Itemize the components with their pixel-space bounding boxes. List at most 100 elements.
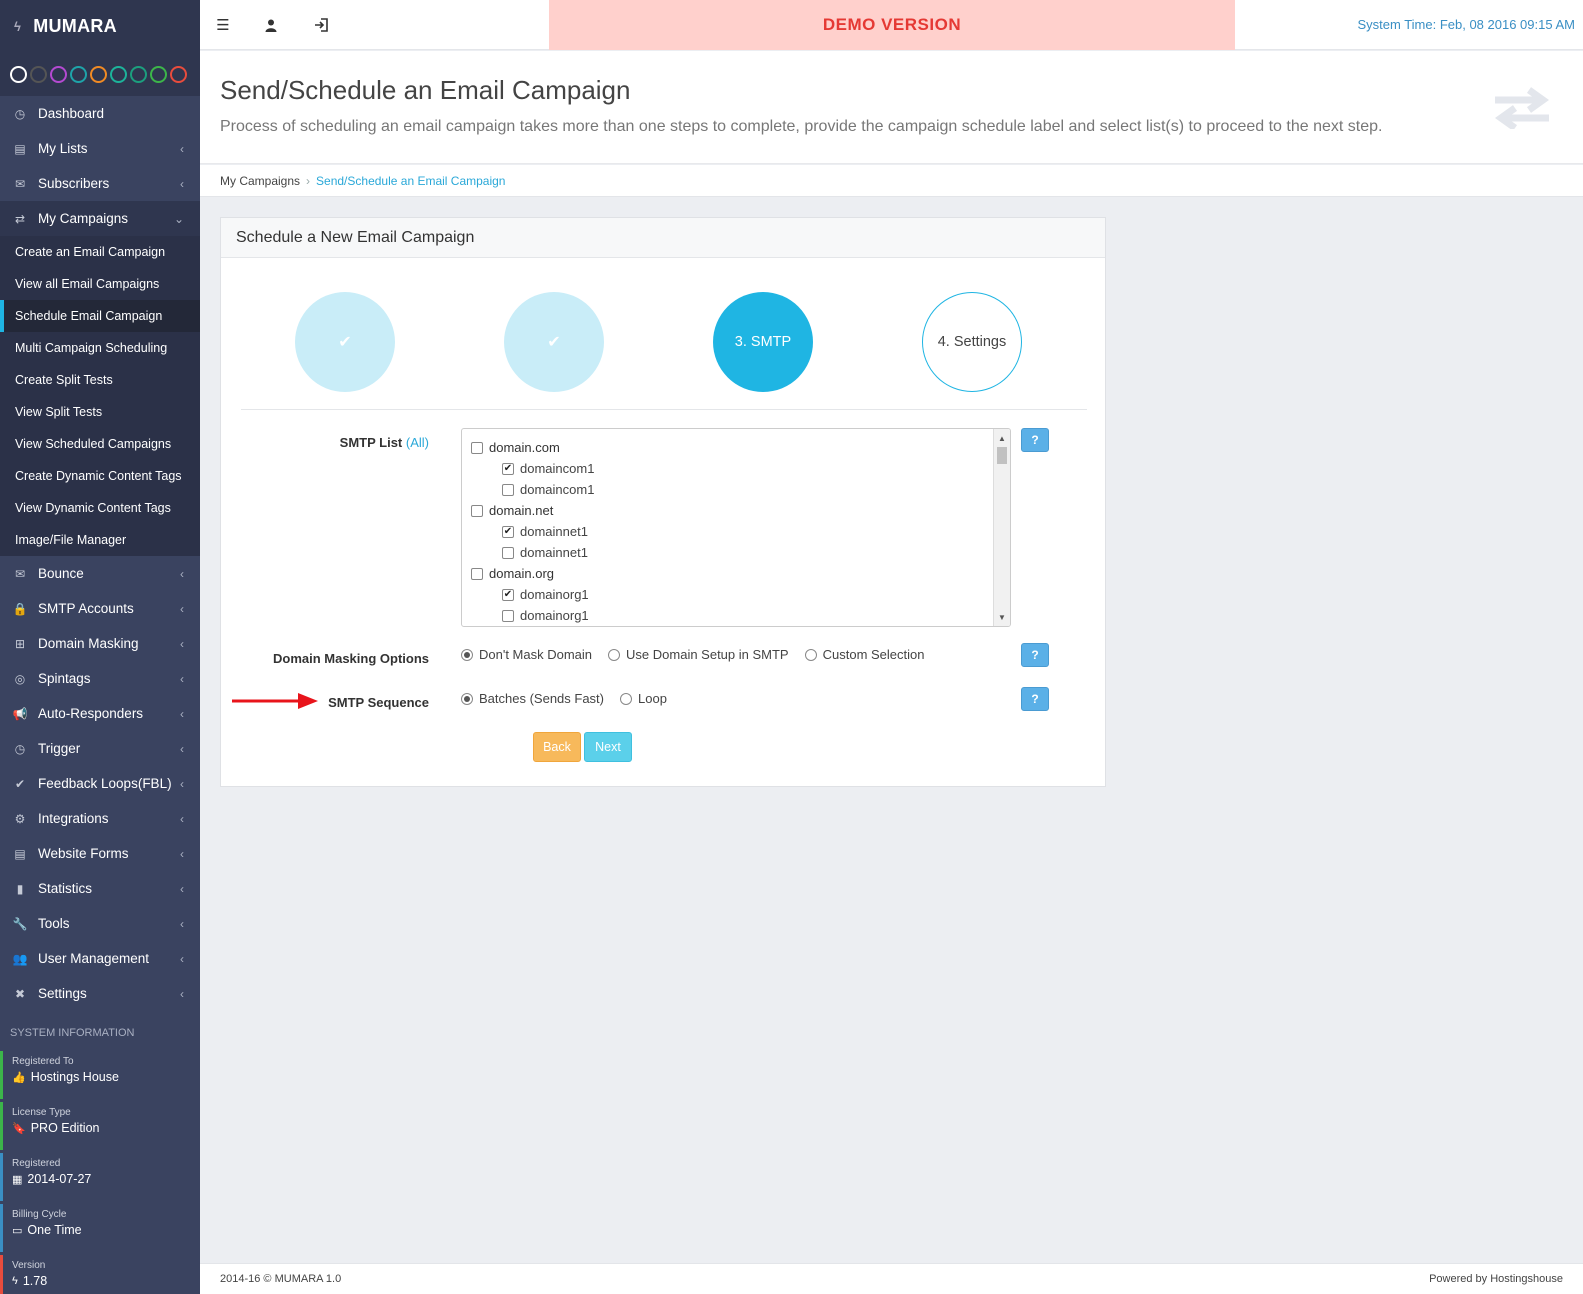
radio-label: Custom Selection xyxy=(822,647,925,662)
theme-swatch[interactable] xyxy=(70,65,87,83)
submenu-item-multi-campaign-scheduling[interactable]: Multi Campaign Scheduling xyxy=(0,332,200,364)
smtp-group-item[interactable]: domain.org xyxy=(462,563,992,584)
domain-masking-label: Domain Masking Options xyxy=(272,651,429,666)
radio-batches-sends-fast[interactable]: Batches (Sends Fast) xyxy=(461,691,604,706)
checkbox[interactable] xyxy=(471,441,483,454)
breadcrumb-current[interactable]: Send/Schedule an Email Campaign xyxy=(316,174,505,188)
smtp-sequence-label: SMTP Sequence xyxy=(328,695,429,710)
theme-swatch[interactable] xyxy=(50,65,67,83)
smtp-item-label: domain.com xyxy=(489,440,560,455)
step-1-completed[interactable]: ✔ xyxy=(295,292,395,392)
step-4-settings[interactable]: 4. Settings xyxy=(922,292,1022,392)
clock-icon: ◷ xyxy=(14,741,26,756)
sidebar-item-label: User Management xyxy=(38,951,150,966)
checkbox[interactable] xyxy=(502,483,514,496)
menu-toggle-icon[interactable]: ☰ xyxy=(214,16,232,34)
sidebar-item-dashboard[interactable]: ◷ Dashboard xyxy=(0,96,200,131)
breadcrumb-my-campaigns[interactable]: My Campaigns xyxy=(220,174,300,188)
smtp-group-item[interactable]: domain.com xyxy=(462,437,992,458)
radio-button[interactable] xyxy=(620,692,632,705)
smtp-item-label: domaincom1 xyxy=(520,461,595,476)
smtp-account-item[interactable]: ✔ domaincom1 xyxy=(462,458,992,479)
radio-button[interactable] xyxy=(461,648,473,661)
smtp-account-item[interactable]: ✔ domainorg1 xyxy=(462,584,992,605)
radio-custom-selection[interactable]: Custom Selection xyxy=(804,647,925,662)
submenu-item-view-split-tests[interactable]: View Split Tests xyxy=(0,396,200,428)
back-button[interactable]: Back xyxy=(533,732,581,762)
sidebar-item-trigger[interactable]: ◷ Trigger ‹ xyxy=(0,731,200,766)
smtp-sequence-help-button[interactable]: ? xyxy=(1021,687,1049,711)
submenu-item-create-split-tests[interactable]: Create Split Tests xyxy=(0,364,200,396)
radio-don-t-mask-domain[interactable]: Don't Mask Domain xyxy=(461,647,592,662)
sidebar-item-integrations[interactable]: ⚙ Integrations ‹ xyxy=(0,801,200,836)
sidebar-item-subscribers[interactable]: ✉ Subscribers ‹ xyxy=(0,166,200,201)
smtp-account-item[interactable]: ✔ domainnet1 xyxy=(462,521,992,542)
next-button[interactable]: Next xyxy=(584,732,632,762)
theme-swatch[interactable] xyxy=(10,65,27,83)
system-info-value-text: PRO Edition xyxy=(30,1121,100,1135)
listbox-scrollbar[interactable]: ▲ ▼ xyxy=(993,429,1010,626)
sidebar-item-feedback-loops-fbl[interactable]: ✔ Feedback Loops(FBL) ‹ xyxy=(0,766,200,801)
sidebar-item-auto-responders[interactable]: 📢 Auto-Responders ‹ xyxy=(0,696,200,731)
sidebar-item-label: Auto-Responders xyxy=(38,706,144,721)
radio-button[interactable] xyxy=(804,648,817,661)
checkbox-checked[interactable]: ✔ xyxy=(502,588,514,601)
smtp-item-label: domainorg1 xyxy=(520,608,589,623)
radio-button[interactable] xyxy=(608,648,621,661)
submenu-item-schedule-email-campaign[interactable]: Schedule Email Campaign xyxy=(0,300,200,332)
checkbox-checked[interactable]: ✔ xyxy=(502,525,514,538)
theme-swatch[interactable] xyxy=(30,65,47,83)
radio-button[interactable] xyxy=(461,692,473,705)
theme-swatch[interactable] xyxy=(150,65,167,83)
scroll-up-arrow-icon[interactable]: ▲ xyxy=(994,431,1010,445)
domain-masking-help-button[interactable]: ? xyxy=(1021,643,1049,667)
smtp-account-item[interactable]: domainorg1 xyxy=(462,605,992,626)
footer-powered-by[interactable]: Powered by Hostingshouse xyxy=(1429,1273,1563,1285)
smtp-account-item[interactable]: domainnet1 xyxy=(462,542,992,563)
theme-swatch[interactable] xyxy=(130,65,147,83)
submenu-item-create-an-email-campaign[interactable]: Create an Email Campaign xyxy=(0,236,200,268)
smtp-list-help-button[interactable]: ? xyxy=(1021,428,1049,452)
sidebar-item-spintags[interactable]: ◎ Spintags ‹ xyxy=(0,661,200,696)
checkbox[interactable] xyxy=(502,546,514,559)
sidebar-item-settings[interactable]: ✖ Settings ‹ xyxy=(0,976,200,1011)
submenu-item-view-all-email-campaigns[interactable]: View all Email Campaigns xyxy=(0,268,200,300)
sidebar-item-tools[interactable]: 🔧 Tools ‹ xyxy=(0,906,200,941)
checkbox[interactable] xyxy=(471,504,483,517)
smtp-account-item[interactable]: domaincom1 xyxy=(462,479,992,500)
smtp-list-label-text: SMTP List xyxy=(339,435,403,450)
theme-swatch[interactable] xyxy=(170,65,187,83)
radio-use-domain-setup-in-smtp[interactable]: Use Domain Setup in SMTP xyxy=(608,647,789,662)
submenu-item-view-scheduled-campaigns[interactable]: View Scheduled Campaigns xyxy=(0,428,200,460)
theme-swatch[interactable] xyxy=(110,65,127,83)
sidebar-item-my-campaigns[interactable]: ⇄ My Campaigns ⌄ xyxy=(0,201,200,236)
submenu-item-view-dynamic-content-tags[interactable]: View Dynamic Content Tags xyxy=(0,492,200,524)
submenu-item-create-dynamic-content-tags[interactable]: Create Dynamic Content Tags xyxy=(0,460,200,492)
theme-swatch[interactable] xyxy=(90,65,107,83)
submenu-item-image-file-manager[interactable]: Image/File Manager xyxy=(0,524,200,556)
checkbox[interactable] xyxy=(502,609,514,622)
radio-loop[interactable]: Loop xyxy=(620,691,667,706)
scroll-down-arrow-icon[interactable]: ▼ xyxy=(994,610,1010,624)
brand-logo[interactable]: ϟ MUMARA xyxy=(0,0,200,52)
sidebar-item-smtp-accounts[interactable]: 🔒 SMTP Accounts ‹ xyxy=(0,591,200,626)
smtp-list-box[interactable]: domain.com ✔ domaincom1 domaincom1 domain.ne… xyxy=(461,428,1011,627)
scroll-thumb[interactable] xyxy=(997,447,1007,464)
checkbox-checked[interactable]: ✔ xyxy=(502,462,514,475)
user-profile-icon[interactable] xyxy=(262,16,280,34)
logout-icon[interactable] xyxy=(312,16,330,34)
step-2-completed[interactable]: ✔ xyxy=(504,292,604,392)
status-bar xyxy=(0,1204,3,1252)
bookmark-icon: 🔖 xyxy=(12,1122,26,1135)
sidebar-item-my-lists[interactable]: ▤ My Lists ‹ xyxy=(0,131,200,166)
sidebar-item-domain-masking[interactable]: ⊞ Domain Masking ‹ xyxy=(0,626,200,661)
sidebar-item-website-forms[interactable]: ▤ Website Forms ‹ xyxy=(0,836,200,871)
sidebar-item-statistics[interactable]: ▮ Statistics ‹ xyxy=(0,871,200,906)
envelope-open-icon: ✉ xyxy=(14,566,26,581)
sidebar-item-user-management[interactable]: 👥 User Management ‹ xyxy=(0,941,200,976)
smtp-list-select-all-link[interactable]: (All) xyxy=(406,435,429,450)
step-3-smtp[interactable]: 3. SMTP xyxy=(713,292,813,392)
sidebar-item-bounce[interactable]: ✉ Bounce ‹ xyxy=(0,556,200,591)
checkbox[interactable] xyxy=(471,567,483,580)
smtp-group-item[interactable]: domain.net xyxy=(462,500,992,521)
